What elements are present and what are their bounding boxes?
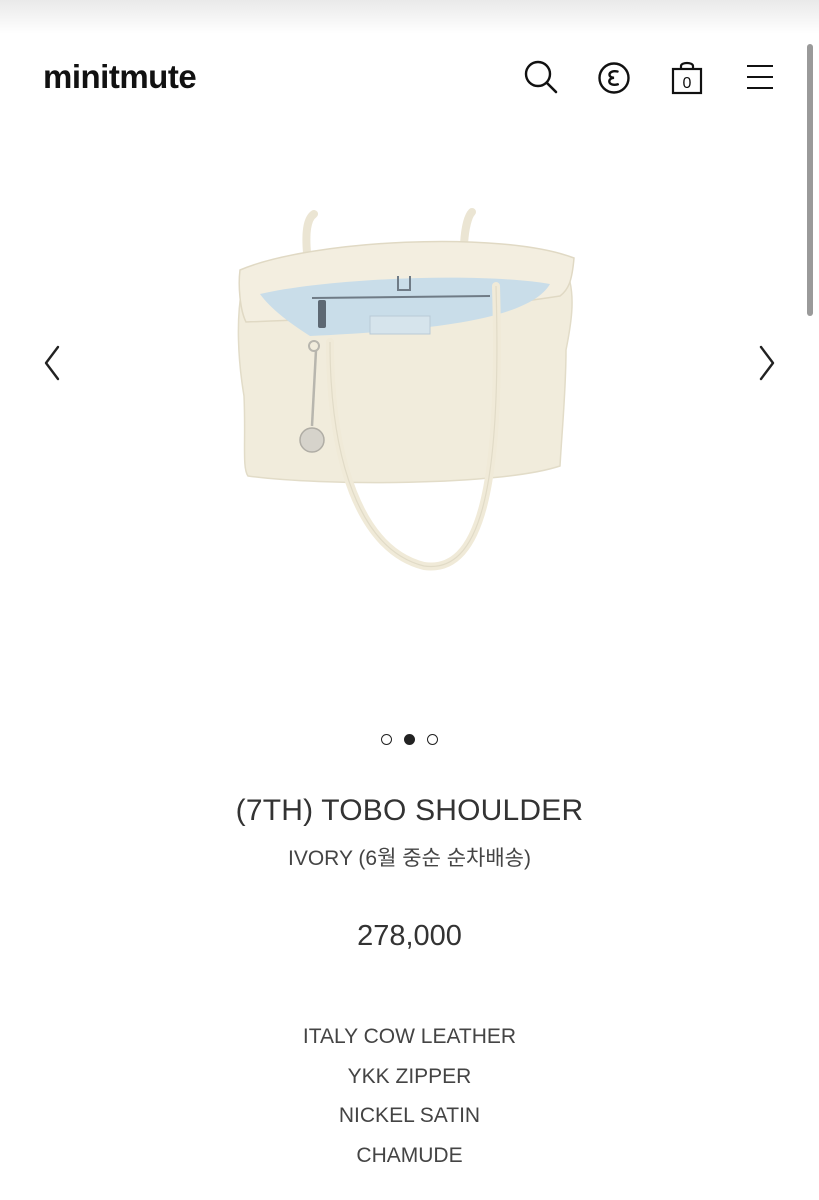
currency-icon[interactable] [597, 61, 631, 95]
chevron-right-icon[interactable] [757, 345, 777, 386]
product-price: 278,000 [357, 920, 462, 952]
scrollbar[interactable] [807, 44, 813, 316]
spec-item: NICKEL SATIN [338, 1104, 481, 1127]
carousel-indicator [0, 734, 819, 745]
search-icon[interactable] [523, 59, 559, 95]
spec-item: YKK ZIPPER [347, 1065, 472, 1088]
spec-item: ITALY COW LEATHER [302, 1025, 517, 1048]
product-subtitle: IVORY (6월 중순 순차배송) [288, 847, 531, 870]
chevron-left-icon[interactable] [42, 345, 62, 386]
product-image[interactable] [210, 200, 610, 580]
product-title: (7TH) TOBO SHOULDER [235, 794, 584, 827]
carousel-dot[interactable] [381, 734, 392, 745]
cart-count: 0 [683, 75, 692, 92]
brand-logo[interactable]: minitmute [43, 58, 197, 96]
shopping-bag-icon[interactable]: 0 [670, 58, 704, 96]
carousel-dot-active[interactable] [404, 734, 415, 745]
status-bar-shade [0, 0, 819, 34]
carousel-dot[interactable] [427, 734, 438, 745]
hamburger-menu-icon[interactable] [746, 64, 774, 90]
spec-item: CHAMUDE [356, 1144, 463, 1167]
